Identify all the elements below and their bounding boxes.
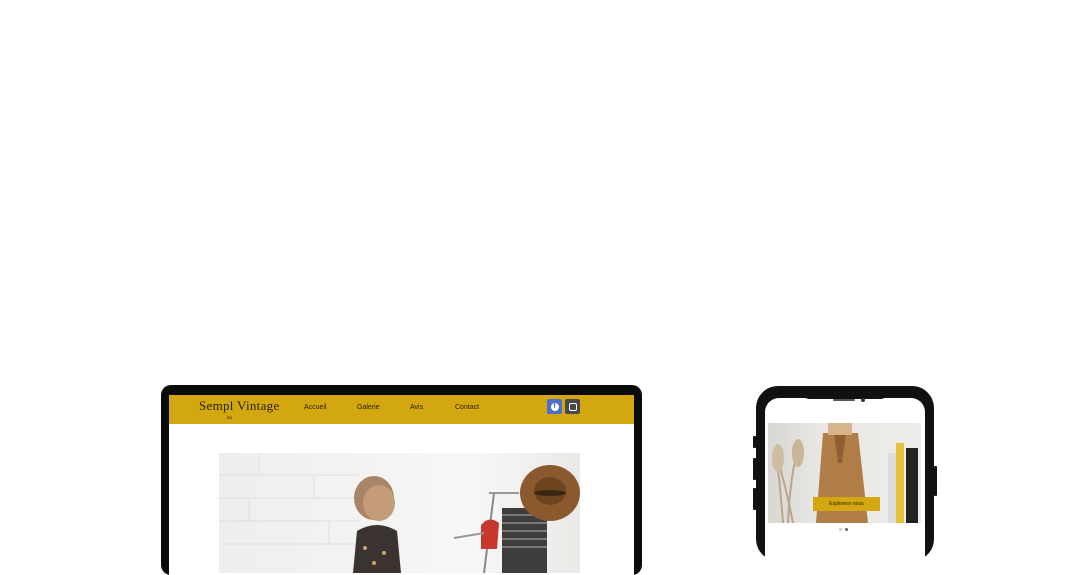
instagram-icon[interactable] xyxy=(565,399,580,414)
hero-illustration xyxy=(219,453,580,573)
phone-notch xyxy=(800,386,890,399)
nav-link-contact[interactable]: Contact xyxy=(455,404,479,411)
phone-camera-icon xyxy=(861,398,865,402)
explore-button[interactable]: Exploresn nous xyxy=(813,497,880,511)
carousel-dot[interactable] xyxy=(839,528,842,531)
laptop-mockup: Sempl Vintage ba Accueil Galerie Avis Co… xyxy=(161,385,642,575)
nav-link-galerie[interactable]: Galerie xyxy=(357,404,380,411)
phone-mockup: Exploresn nous xyxy=(756,386,934,561)
laptop-screen: Sempl Vintage ba Accueil Galerie Avis Co… xyxy=(169,395,634,575)
site-navbar: Sempl Vintage ba Accueil Galerie Avis Co… xyxy=(169,395,634,424)
site-logo[interactable]: Sempl Vintage xyxy=(199,398,280,414)
facebook-icon[interactable]: f xyxy=(547,399,562,414)
hero-image xyxy=(219,453,580,573)
site-logo-subtitle: ba xyxy=(227,416,232,421)
phone-speaker xyxy=(833,399,855,401)
nav-link-avis[interactable]: Avis xyxy=(410,404,423,411)
nav-link-accueil[interactable]: Accueil xyxy=(304,404,327,411)
phone-hero-image: Exploresn nous xyxy=(768,423,921,523)
phone-screen: Exploresn nous xyxy=(765,398,925,561)
phone-power-button xyxy=(934,466,937,496)
carousel-dot-active[interactable] xyxy=(845,528,848,531)
